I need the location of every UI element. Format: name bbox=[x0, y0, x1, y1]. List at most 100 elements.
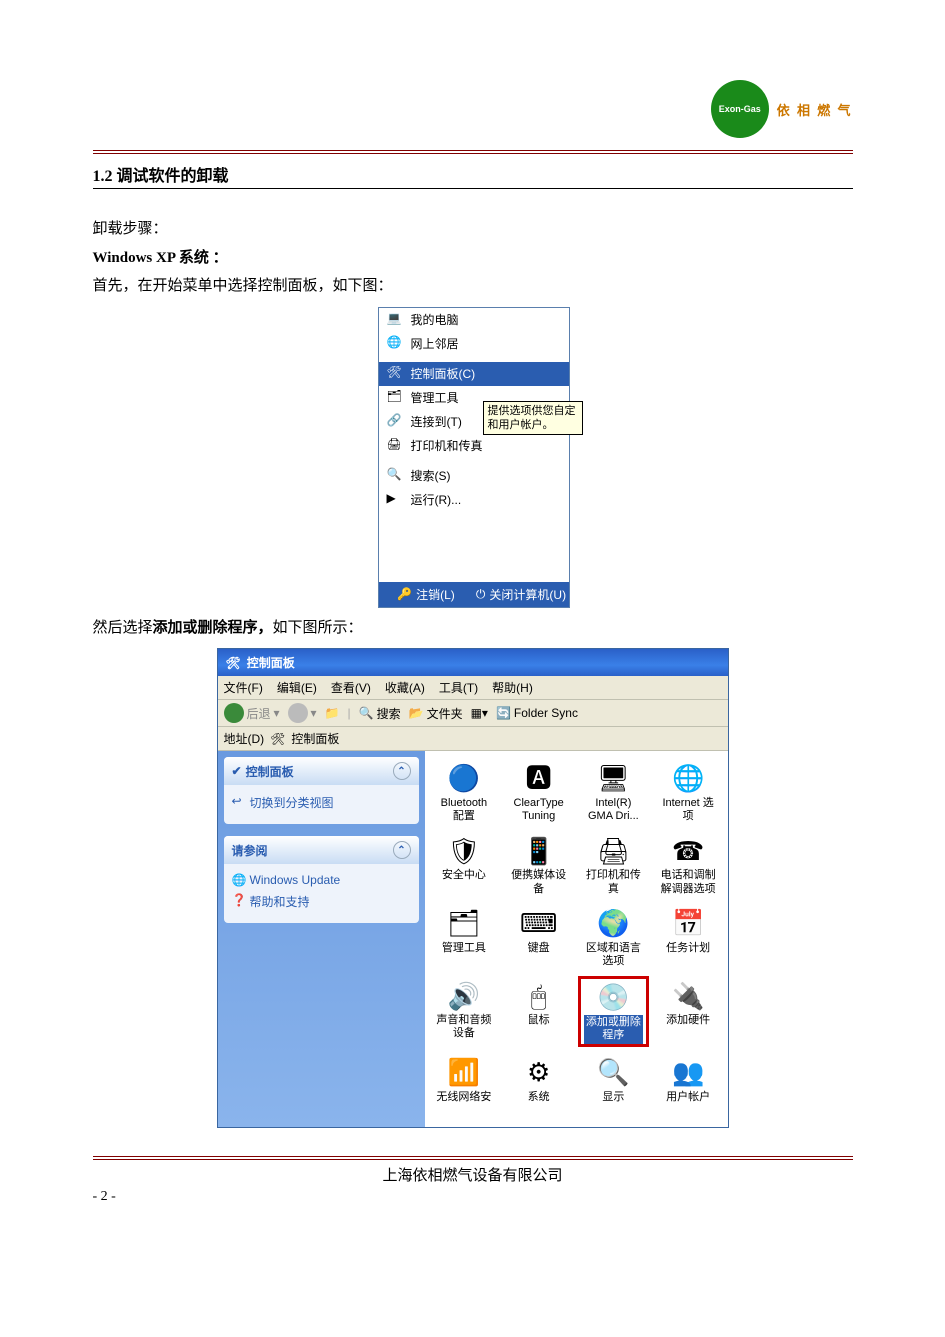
forward-button[interactable]: ▾ bbox=[288, 703, 317, 723]
start-item-run[interactable]: ▶ 运行(R)... bbox=[379, 488, 569, 512]
cp-icon-item[interactable]: 🌍区域和语言 选项 bbox=[578, 904, 649, 970]
back-icon bbox=[224, 703, 244, 723]
cp-icon-item[interactable]: 🌐Internet 选 项 bbox=[653, 759, 724, 825]
cp-icon-item[interactable]: 🛡安全中心 bbox=[429, 831, 500, 897]
address-bar: 地址(D) 🛠 控制面板 bbox=[218, 727, 728, 751]
app-icon-label: 用户帐户 bbox=[666, 1091, 710, 1104]
shutdown-icon: ⏻ bbox=[476, 587, 486, 602]
start-item-label: 运行(R)... bbox=[411, 491, 462, 508]
address-value[interactable]: 控制面板 bbox=[291, 730, 339, 747]
app-icon-label: Internet 选 项 bbox=[662, 797, 713, 823]
sidebar-link-switch-view[interactable]: ↩ 切换到分类视图 bbox=[232, 791, 411, 814]
start-item-printers[interactable]: 🖨 打印机和传真 bbox=[379, 434, 569, 458]
app-icon-label: Intel(R) GMA Dri... bbox=[588, 797, 639, 823]
app-icon: ⌨ bbox=[521, 906, 557, 942]
cp-icon-item[interactable]: 📅任务计划 bbox=[653, 904, 724, 970]
menu-view[interactable]: 查看(V) bbox=[331, 679, 371, 696]
toolbar: 后退 ▾ ▾ 📁 | 🔍 搜索 📂 文件夹 ▦▾ 🔄 Folder Sync bbox=[218, 700, 728, 727]
collapse-icon[interactable]: ⌃ bbox=[393, 762, 411, 780]
section-underline bbox=[93, 188, 853, 189]
app-icon-label: 电话和调制 解调器选项 bbox=[661, 869, 716, 895]
sidebar-cp-icon: ✔ bbox=[232, 764, 242, 778]
app-icon-label: 无线网络安 bbox=[436, 1091, 491, 1104]
foldersync-button[interactable]: 🔄 Folder Sync bbox=[496, 706, 578, 720]
app-icon: 🗂 bbox=[446, 906, 482, 942]
cp-icon-item[interactable]: 🗂管理工具 bbox=[429, 904, 500, 970]
page-number: - 2 - bbox=[93, 1189, 853, 1205]
text-instruction-2: 然后选择添加或删除程序，如下图所示： bbox=[93, 614, 853, 643]
menu-file[interactable]: 文件(F) bbox=[224, 679, 263, 696]
cp-icon-item[interactable]: 🔍显示 bbox=[578, 1053, 649, 1106]
shutdown-button[interactable]: ⏻ 关闭计算机(U) bbox=[474, 582, 569, 607]
address-label: 地址(D) bbox=[224, 730, 265, 747]
app-icon-label: 添加硬件 bbox=[666, 1014, 710, 1027]
app-icon: 📅 bbox=[670, 906, 706, 942]
folders-button[interactable]: 📂 文件夹 bbox=[409, 705, 463, 722]
menu-edit[interactable]: 编辑(E) bbox=[277, 679, 317, 696]
start-item-search[interactable]: 🔍 搜索(S) bbox=[379, 464, 569, 488]
views-button[interactable]: ▦▾ bbox=[471, 706, 488, 720]
start-menu-screenshot: 💻 我的电脑 🌐 网上邻居 🛠 控制面板(C) 🗂 管理工具 🔗 连接到(T) bbox=[378, 307, 568, 608]
text-instruction-2-pre: 然后选择 bbox=[93, 620, 153, 636]
app-icon: 💿 bbox=[595, 979, 631, 1015]
start-item-label: 控制面板(C) bbox=[411, 365, 476, 382]
cp-icon-item[interactable]: 💿添加或删除 程序 bbox=[578, 976, 649, 1046]
switch-view-icon: ↩ bbox=[232, 794, 242, 808]
sidebar-link-help[interactable]: ❓ 帮助和支持 bbox=[232, 890, 411, 913]
app-icon: 🔵 bbox=[446, 761, 482, 797]
window-titlebar: 🛠 控制面板 bbox=[218, 649, 728, 676]
logo-circle-icon: Exon-Gas bbox=[711, 80, 769, 138]
up-button[interactable]: 📁 bbox=[325, 706, 340, 720]
windows-update-icon: 🌐 bbox=[232, 873, 247, 887]
help-icon: ❓ bbox=[232, 893, 247, 907]
app-icon: 🔍 bbox=[595, 1055, 631, 1091]
admin-tools-icon: 🗂 bbox=[387, 389, 405, 407]
text-uninstall-steps: 卸载步骤： bbox=[93, 215, 853, 244]
sidebar-panel-control: ✔控制面板 ⌃ ↩ 切换到分类视图 bbox=[224, 757, 419, 824]
brand-text: 依 相 燃 气 bbox=[777, 100, 853, 119]
menu-tools[interactable]: 工具(T) bbox=[439, 679, 478, 696]
printer-icon: 🖨 bbox=[387, 437, 405, 455]
back-button[interactable]: 后退 ▾ bbox=[224, 703, 280, 723]
app-icon: 🅰 bbox=[521, 761, 557, 797]
app-icon: ⚙ bbox=[521, 1055, 557, 1091]
cp-icon-item[interactable]: ⌨键盘 bbox=[503, 904, 574, 970]
start-item-network[interactable]: 🌐 网上邻居 bbox=[379, 332, 569, 356]
sidebar-panel-seealso: 请参阅 ⌃ 🌐 Windows Update ❓ 帮助和支持 bbox=[224, 836, 419, 923]
logoff-button[interactable]: 🔑 注销(L) bbox=[379, 582, 474, 607]
collapse-icon[interactable]: ⌃ bbox=[393, 841, 411, 859]
window-title: 控制面板 bbox=[247, 654, 295, 671]
start-item-label: 管理工具 bbox=[411, 389, 459, 406]
menu-help[interactable]: 帮助(H) bbox=[492, 679, 533, 696]
cp-icon-item[interactable]: 🖱鼠标 bbox=[503, 976, 574, 1046]
menu-favorites[interactable]: 收藏(A) bbox=[385, 679, 425, 696]
cp-icon-item[interactable]: ☎电话和调制 解调器选项 bbox=[653, 831, 724, 897]
cp-icon-item[interactable]: 🖥Intel(R) GMA Dri... bbox=[578, 759, 649, 825]
control-panel-window: 🛠 控制面板 文件(F) 编辑(E) 查看(V) 收藏(A) 工具(T) 帮助(… bbox=[217, 648, 729, 1128]
control-panel-title-icon: 🛠 bbox=[226, 656, 241, 670]
app-icon: 🌐 bbox=[670, 761, 706, 797]
app-icon-label: 鼠标 bbox=[528, 1014, 550, 1027]
app-icon: 🖱 bbox=[521, 978, 557, 1014]
search-button[interactable]: 🔍 搜索 bbox=[359, 705, 401, 722]
control-panel-icon: 🛠 bbox=[387, 365, 405, 383]
cp-icon-item[interactable]: 📱便携媒体设 备 bbox=[503, 831, 574, 897]
menu-bar: 文件(F) 编辑(E) 查看(V) 收藏(A) 工具(T) 帮助(H) bbox=[218, 676, 728, 700]
start-item-label: 连接到(T) bbox=[411, 413, 462, 430]
app-icon: 📱 bbox=[521, 833, 557, 869]
cp-icon-item[interactable]: 🅰ClearType Tuning bbox=[503, 759, 574, 825]
sidebar: ✔控制面板 ⌃ ↩ 切换到分类视图 请参阅 ⌃ bbox=[218, 751, 425, 1127]
sidebar-panel-title: 请参阅 bbox=[232, 842, 268, 859]
cp-icon-item[interactable]: 🔌添加硬件 bbox=[653, 976, 724, 1046]
start-item-my-computer[interactable]: 💻 我的电脑 bbox=[379, 308, 569, 332]
cp-icon-item[interactable]: 🔊声音和音频 设备 bbox=[429, 976, 500, 1046]
cp-icon-item[interactable]: 🔵Bluetooth 配置 bbox=[429, 759, 500, 825]
sidebar-link-windows-update[interactable]: 🌐 Windows Update bbox=[232, 870, 411, 890]
header-rule bbox=[93, 150, 853, 154]
cp-icon-item[interactable]: ⚙系统 bbox=[503, 1053, 574, 1106]
cp-icon-item[interactable]: 👥用户帐户 bbox=[653, 1053, 724, 1106]
cp-icon-item[interactable]: 📶无线网络安 bbox=[429, 1053, 500, 1106]
start-item-control-panel[interactable]: 🛠 控制面板(C) bbox=[379, 362, 569, 386]
tooltip: 提供选项供您自定 和用户帐户。 bbox=[483, 401, 583, 436]
cp-icon-item[interactable]: 🖨打印机和传 真 bbox=[578, 831, 649, 897]
